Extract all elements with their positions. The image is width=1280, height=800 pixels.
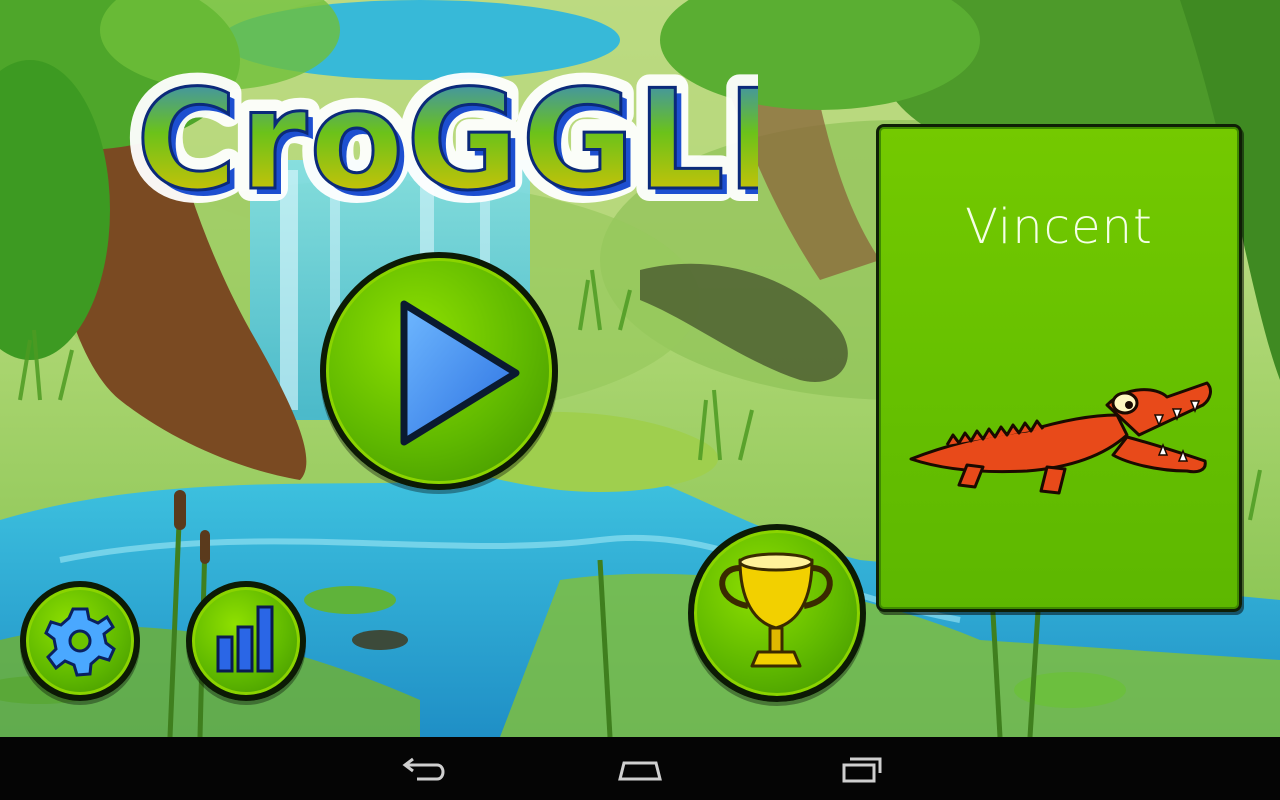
trophy-icon bbox=[719, 552, 833, 668]
stats-button[interactable] bbox=[186, 581, 306, 701]
trophy-button[interactable] bbox=[688, 524, 866, 702]
play-icon bbox=[400, 300, 520, 446]
back-icon bbox=[402, 757, 445, 781]
play-button[interactable] bbox=[320, 252, 558, 490]
character-card[interactable]: Vincent bbox=[876, 124, 1242, 612]
bar-chart-icon bbox=[216, 605, 274, 673]
back-button[interactable] bbox=[393, 749, 453, 789]
game-logo: CroGGLE CroGGLE CroGGLE bbox=[123, 48, 758, 218]
settings-button[interactable] bbox=[20, 581, 140, 701]
system-nav-bar bbox=[0, 737, 1280, 800]
character-name: Vincent bbox=[965, 199, 1153, 255]
home-button[interactable] bbox=[610, 749, 670, 789]
gear-icon bbox=[44, 607, 116, 677]
logo-text: CroGGLE bbox=[136, 60, 758, 218]
recents-icon bbox=[842, 757, 882, 783]
recents-button[interactable] bbox=[828, 749, 888, 789]
game-scene: CroGGLE CroGGLE CroGGLE bbox=[0, 0, 1280, 737]
crocodile-icon bbox=[909, 381, 1212, 495]
home-icon bbox=[618, 761, 662, 781]
